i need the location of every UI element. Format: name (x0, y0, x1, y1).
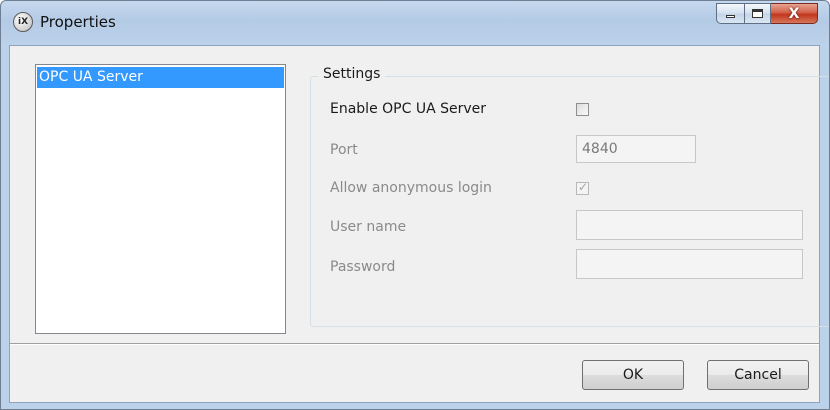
minimize-button[interactable] (716, 3, 744, 24)
caption-buttons: X (716, 3, 818, 26)
close-button[interactable]: X (771, 3, 818, 24)
enable-opc-ua-checkbox[interactable] (576, 103, 589, 116)
username-label: User name (330, 219, 407, 235)
maximize-button[interactable] (744, 3, 771, 24)
port-field[interactable]: 4840 (576, 135, 696, 163)
close-icon: X (788, 5, 800, 22)
minimize-icon (726, 15, 735, 18)
properties-window: iX Properties X OPC UA Server Settings E… (0, 0, 830, 410)
anonymous-login-checkbox[interactable]: ✓ (576, 180, 589, 195)
enable-opc-ua-label: Enable OPC UA Server (330, 101, 487, 117)
checkmark-icon: ✓ (578, 180, 589, 194)
list-item-opc-ua-server[interactable]: OPC UA Server (37, 67, 284, 88)
anonymous-login-label: Allow anonymous login (330, 180, 492, 196)
dialog-body: OPC UA Server Settings Enable OPC UA Ser… (9, 45, 829, 403)
title-bar[interactable]: iX Properties X (1, 1, 829, 45)
category-list[interactable]: OPC UA Server (35, 64, 286, 334)
port-label: Port (330, 142, 358, 158)
password-label: Password (330, 259, 396, 275)
settings-legend: Settings (318, 66, 386, 82)
window-title: Properties (40, 13, 116, 31)
maximize-icon (752, 9, 763, 18)
footer-divider-highlight (10, 344, 819, 345)
username-field[interactable] (576, 210, 803, 240)
password-field[interactable] (576, 249, 803, 279)
ok-button[interactable]: OK (582, 360, 684, 390)
cancel-button[interactable]: Cancel (707, 360, 809, 390)
app-logo-icon: iX (13, 12, 33, 32)
